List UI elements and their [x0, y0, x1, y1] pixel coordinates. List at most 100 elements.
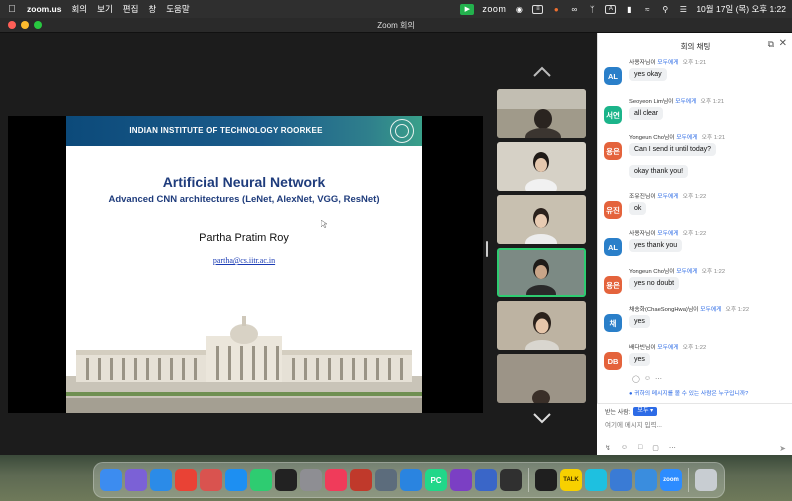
participant-video-2[interactable] — [497, 142, 586, 191]
more-icon[interactable]: ⋯ — [655, 375, 662, 383]
scroll-up-icon[interactable] — [532, 65, 552, 79]
spotlight-search-icon[interactable]: ⚲ — [660, 4, 670, 14]
emoji-react-icon[interactable]: ☺ — [644, 375, 651, 383]
emoji-icon[interactable]: ☺ — [621, 444, 628, 452]
bluetooth-icon[interactable]: ᛉ — [587, 4, 597, 14]
window-titlebar: Zoom 회의 — [0, 18, 792, 33]
kakaotalk-icon[interactable]: TALK — [560, 469, 582, 491]
mail-icon[interactable] — [635, 469, 657, 491]
recipient-row: 받는 사람: 모두 ▾ — [605, 407, 658, 416]
shared-screen: INDIAN INSTITUTE OF TECHNOLOGY ROORKEE A… — [8, 116, 483, 413]
avatar: DB — [604, 352, 622, 370]
file-icon[interactable]: □ — [638, 444, 642, 452]
files-icon[interactable] — [610, 469, 632, 491]
slide-institute: INDIAN INSTITUTE OF TECHNOLOGY ROORKEE — [129, 126, 323, 135]
chat-message: DB 배다빈님이 모두에게 오후 1:22 yes — [604, 342, 789, 372]
scroll-down-icon[interactable] — [532, 411, 552, 425]
to-label: 받는 사람: — [605, 410, 631, 416]
participant-photo-5 — [497, 301, 586, 350]
format-icon[interactable]: ↯ — [605, 444, 611, 452]
menu-view[interactable]: 보기 — [97, 3, 113, 15]
terminal-icon[interactable] — [535, 469, 557, 491]
message-bubble[interactable]: all clear — [629, 107, 664, 120]
screen-record-icon[interactable]: ◉ — [514, 4, 524, 14]
pop-out-icon[interactable]: ⧉ — [768, 39, 774, 50]
photo-booth-icon[interactable] — [350, 469, 372, 491]
music-icon[interactable] — [325, 469, 347, 491]
presentation-slide: INDIAN INSTITUTE OF TECHNOLOGY ROORKEE A… — [66, 116, 422, 413]
glasses-icon[interactable]: ∞ — [569, 4, 579, 14]
menu-window[interactable]: 창 — [148, 3, 156, 15]
avatar: 용은 — [604, 142, 622, 160]
message-sender: 사용자님이 모두에게 오후 1:22 — [629, 231, 707, 237]
message-sender: Yongeun Cho님이 모두에게 오후 1:21 — [629, 135, 726, 141]
message-bubble[interactable]: yes — [629, 353, 650, 366]
message-bubble[interactable]: yes thank you — [629, 239, 683, 252]
menubar-app-name[interactable]: zoom.us — [27, 4, 61, 14]
message-sender: 사용자님이 모두에게 오후 1:21 — [629, 60, 707, 66]
screenshot-icon[interactable]: ▢ — [652, 444, 659, 452]
message-input[interactable]: 여기에 메시지 입력... — [605, 419, 662, 429]
battery-icon[interactable]: ▮ — [624, 4, 634, 14]
anki-icon[interactable] — [475, 469, 497, 491]
input-source-icon[interactable]: A — [605, 4, 617, 14]
menubar-zoom[interactable]: zoom — [482, 4, 506, 14]
xcode-icon[interactable] — [400, 469, 422, 491]
message-bubble[interactable]: yes — [629, 315, 650, 328]
antivirus-icon[interactable]: ● — [551, 4, 561, 14]
zoom-camera-icon[interactable]: ▶ — [460, 3, 475, 15]
chat-message: 유진 조유진님이 모두에게 오후 1:22 ok — [604, 191, 789, 221]
chrome-icon[interactable] — [175, 469, 197, 491]
message-bubble[interactable]: yes no doubt — [629, 277, 680, 290]
participant-video-4-speaking[interactable] — [497, 248, 586, 297]
system-preferences-icon[interactable] — [375, 469, 397, 491]
finder-icon[interactable] — [100, 469, 122, 491]
recipient-dropdown[interactable]: 모두 ▾ — [633, 407, 658, 416]
trash-icon[interactable] — [695, 469, 717, 491]
settings-icon[interactable] — [300, 469, 322, 491]
participant-video-5[interactable] — [497, 301, 586, 350]
facetime-icon[interactable] — [250, 469, 272, 491]
message-bubble[interactable]: Can I send it until today? — [629, 143, 717, 156]
avatar: AL — [604, 67, 622, 85]
menu-help[interactable]: 도움말 — [166, 3, 189, 15]
app-store-icon[interactable] — [225, 469, 247, 491]
wifi-icon[interactable]: ≈ — [642, 4, 652, 14]
launchpad-icon[interactable] — [125, 469, 147, 491]
participant-video-1[interactable] — [497, 89, 586, 138]
more-options-icon[interactable]: ⋯ — [669, 444, 676, 452]
message-sender: Yongeun Cho님이 모두에게 오후 1:22 — [629, 269, 726, 275]
close-icon[interactable]: ✕ — [779, 38, 787, 49]
obs-icon[interactable] — [500, 469, 522, 491]
avatar: 유진 — [604, 201, 622, 219]
control-center-icon[interactable]: ☰ — [678, 4, 688, 14]
message-bubble[interactable]: okay thank you! — [629, 165, 689, 178]
message-bubble[interactable]: ok — [629, 202, 647, 215]
apple-icon[interactable]:  — [7, 4, 17, 15]
reply-icon[interactable]: ◯ — [632, 375, 640, 383]
notes-app-icon[interactable] — [200, 469, 222, 491]
participant-video-3[interactable] — [497, 195, 586, 244]
menu-edit[interactable]: 편집 — [123, 3, 139, 15]
clock-icon[interactable] — [275, 469, 297, 491]
zoom-icon[interactable]: zoom — [660, 469, 682, 491]
who-can-see-link[interactable]: ● 귀하의 메시지를 볼 수 있는 사람은 누구입니까? — [629, 388, 748, 397]
participant-photo-4 — [499, 250, 584, 295]
slide-email[interactable]: partha@cs.iitr.ac.in — [66, 256, 422, 265]
message-bubble[interactable]: yes okay — [629, 68, 667, 81]
chat-message: 용은 Yongeun Cho님이 모두에게 오후 1:22 yes no doub… — [604, 266, 789, 296]
menubar-clock[interactable]: 10월 17일 (목) 오후 1:22 — [696, 3, 786, 15]
visual-studio-icon[interactable] — [450, 469, 472, 491]
pycharm-icon[interactable]: PC — [425, 469, 447, 491]
participant-video-6[interactable] — [497, 354, 586, 403]
split-view-handle[interactable] — [486, 241, 488, 257]
menu-meeting[interactable]: 회의 — [71, 3, 87, 15]
message-reactions: ◯ ☺ ⋯ — [632, 375, 662, 383]
participant-strip — [497, 55, 587, 425]
send-icon[interactable]: ➤ — [779, 444, 786, 453]
notes-icon[interactable]: ≡ — [532, 4, 544, 14]
avatar: 서연 — [604, 106, 622, 124]
discord-icon[interactable] — [585, 469, 607, 491]
safari-icon[interactable] — [150, 469, 172, 491]
participant-photo-3 — [497, 195, 586, 244]
